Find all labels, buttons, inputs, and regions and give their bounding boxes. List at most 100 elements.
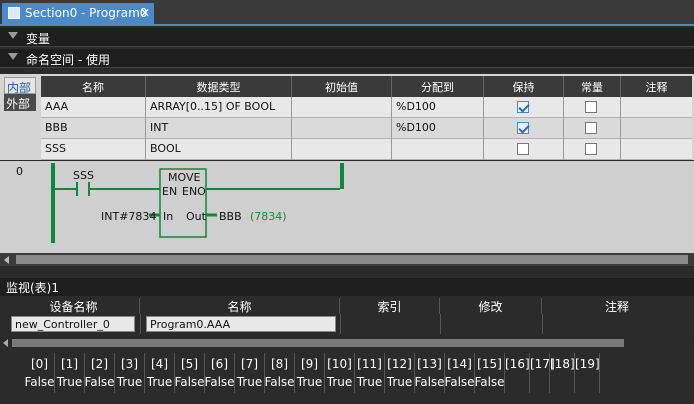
table-row[interactable]: SSS BOOL bbox=[41, 139, 692, 160]
tab-title: Section0 - Program0 bbox=[25, 6, 148, 20]
array-index-label: [12] bbox=[387, 357, 412, 371]
column-header-comment[interactable]: 注释 bbox=[621, 76, 692, 97]
table-row[interactable]: BBB INT %D100 bbox=[41, 118, 692, 139]
column-header-retain[interactable]: 保持 bbox=[484, 76, 564, 97]
var-type[interactable]: BOOL bbox=[146, 139, 292, 160]
ladder-rung-diagram bbox=[51, 163, 344, 243]
column-header-name[interactable]: 名称 bbox=[41, 76, 146, 97]
var-type[interactable]: ARRAY[0..15] OF BOOL bbox=[146, 97, 292, 118]
watch-name-field[interactable]: Program0.AAA bbox=[146, 316, 336, 332]
var-retain-cell bbox=[484, 97, 564, 118]
column-header-index[interactable]: 索引 bbox=[340, 298, 440, 314]
array-index-label: [5] bbox=[181, 357, 198, 371]
column-divider bbox=[542, 314, 543, 334]
in-operand[interactable]: INT#7834 bbox=[101, 210, 156, 223]
array-index-label: [9] bbox=[301, 357, 318, 371]
var-comment[interactable] bbox=[621, 139, 692, 160]
array-index-label: [18] bbox=[550, 357, 575, 371]
variables-section-header[interactable]: 变量 bbox=[0, 28, 694, 47]
var-name[interactable]: BBB bbox=[41, 118, 146, 139]
array-index-label: [10] bbox=[327, 357, 352, 371]
column-header-constant[interactable]: 常量 bbox=[564, 76, 621, 97]
array-element-column[interactable]: [17] bbox=[530, 353, 555, 393]
var-comment[interactable] bbox=[621, 118, 692, 139]
var-init[interactable] bbox=[292, 97, 392, 118]
array-index-label: [4] bbox=[151, 357, 168, 371]
scrollbar-thumb[interactable] bbox=[12, 339, 624, 347]
watch-pane-title: 监视(表)1 bbox=[0, 278, 694, 296]
column-header-type[interactable]: 数据类型 bbox=[146, 76, 292, 97]
var-comment[interactable] bbox=[621, 97, 692, 118]
program-section-icon bbox=[8, 7, 20, 19]
column-header-init[interactable]: 初始值 bbox=[292, 76, 392, 97]
var-at[interactable]: %D100 bbox=[392, 97, 484, 118]
collapse-arrow-icon[interactable] bbox=[8, 32, 18, 39]
array-index-label: [2] bbox=[91, 357, 108, 371]
namespace-section-header[interactable]: 命名空间 - 使用 bbox=[0, 49, 694, 68]
array-element-column[interactable]: [18] bbox=[550, 353, 575, 393]
column-divider bbox=[140, 314, 141, 334]
array-elements-view: [0] False [1] True [2] False [3] True [4] True [5]… bbox=[0, 353, 694, 404]
out-pin-label: Out bbox=[186, 210, 206, 223]
column-header-modify[interactable]: 修改 bbox=[440, 298, 542, 314]
device-name-field[interactable]: new_Controller_0 bbox=[11, 316, 135, 332]
constant-checkbox[interactable] bbox=[585, 101, 597, 113]
array-value[interactable]: False bbox=[471, 375, 508, 389]
constant-checkbox[interactable] bbox=[585, 143, 597, 155]
table-row[interactable]: AAA ARRAY[0..15] OF BOOL %D100 bbox=[41, 97, 692, 118]
close-icon[interactable]: ✕ bbox=[140, 6, 150, 20]
ladder-horizontal-scrollbar[interactable] bbox=[0, 253, 694, 266]
watch-horizontal-scrollbar[interactable] bbox=[0, 337, 694, 349]
scroll-left-icon[interactable] bbox=[3, 339, 8, 347]
column-divider bbox=[440, 314, 441, 334]
var-name[interactable]: AAA bbox=[41, 97, 146, 118]
retain-checkbox[interactable] bbox=[517, 122, 529, 134]
array-index-label: [3] bbox=[121, 357, 138, 371]
retain-checkbox[interactable] bbox=[517, 143, 529, 155]
var-retain-cell bbox=[484, 139, 564, 160]
scroll-left-icon[interactable] bbox=[4, 256, 9, 264]
fb-name[interactable]: MOVE bbox=[168, 171, 200, 184]
tab-external[interactable]: 外部 bbox=[4, 94, 36, 111]
array-index-label: [19] bbox=[575, 357, 600, 371]
column-divider bbox=[340, 314, 341, 334]
tab-section0-program0[interactable]: Section0 - Program0 ✕ bbox=[2, 3, 154, 26]
en-pin-label: EN bbox=[162, 185, 178, 198]
array-element-column[interactable]: [16] bbox=[505, 353, 530, 393]
column-header-name[interactable]: 名称 bbox=[140, 298, 340, 314]
out-monitor-value: (7834) bbox=[250, 210, 287, 223]
var-name[interactable]: SSS bbox=[41, 139, 146, 160]
eno-pin-label: ENO bbox=[182, 185, 206, 198]
var-constant-cell bbox=[564, 97, 621, 118]
array-index-label: [11] bbox=[357, 357, 382, 371]
array-index-label: [8] bbox=[271, 357, 288, 371]
watch-row[interactable]: new_Controller_0 Program0.AAA bbox=[0, 314, 694, 334]
column-header-at[interactable]: 分配到 bbox=[392, 76, 484, 97]
var-init[interactable] bbox=[292, 139, 392, 160]
column-header-device[interactable]: 设备名称 bbox=[8, 298, 140, 314]
ladder-editor[interactable]: 0 SSS MOVE EN ENO In Out INT#7834 BBB (7… bbox=[0, 161, 694, 253]
var-at[interactable] bbox=[392, 139, 484, 160]
array-element-column[interactable]: [15] False bbox=[474, 353, 505, 393]
var-init[interactable] bbox=[292, 118, 392, 139]
retain-checkbox[interactable] bbox=[517, 101, 529, 113]
var-retain-cell bbox=[484, 118, 564, 139]
collapse-arrow-icon[interactable] bbox=[8, 53, 18, 60]
var-at[interactable]: %D100 bbox=[392, 118, 484, 139]
watch-table-header: 设备名称 名称 索引 修改 注释 bbox=[0, 298, 694, 314]
constant-checkbox[interactable] bbox=[585, 122, 597, 134]
column-header-comment[interactable]: 注释 bbox=[542, 298, 692, 314]
array-index-label: [15] bbox=[477, 357, 502, 371]
array-index-label: [14] bbox=[447, 357, 472, 371]
var-type[interactable]: INT bbox=[146, 118, 292, 139]
array-index-label: [13] bbox=[417, 357, 442, 371]
in-pin-label: In bbox=[163, 210, 174, 223]
array-index-label: [1] bbox=[61, 357, 78, 371]
out-operand[interactable]: BBB bbox=[219, 210, 242, 223]
editor-tab-strip: Section0 - Program0 ✕ bbox=[0, 0, 694, 26]
scrollbar-thumb[interactable] bbox=[16, 255, 688, 264]
array-index-label: [16] bbox=[505, 357, 530, 371]
contact-label[interactable]: SSS bbox=[73, 169, 94, 182]
tab-internal[interactable]: 内部 bbox=[4, 77, 36, 95]
array-element-column[interactable]: [19] bbox=[575, 353, 600, 393]
